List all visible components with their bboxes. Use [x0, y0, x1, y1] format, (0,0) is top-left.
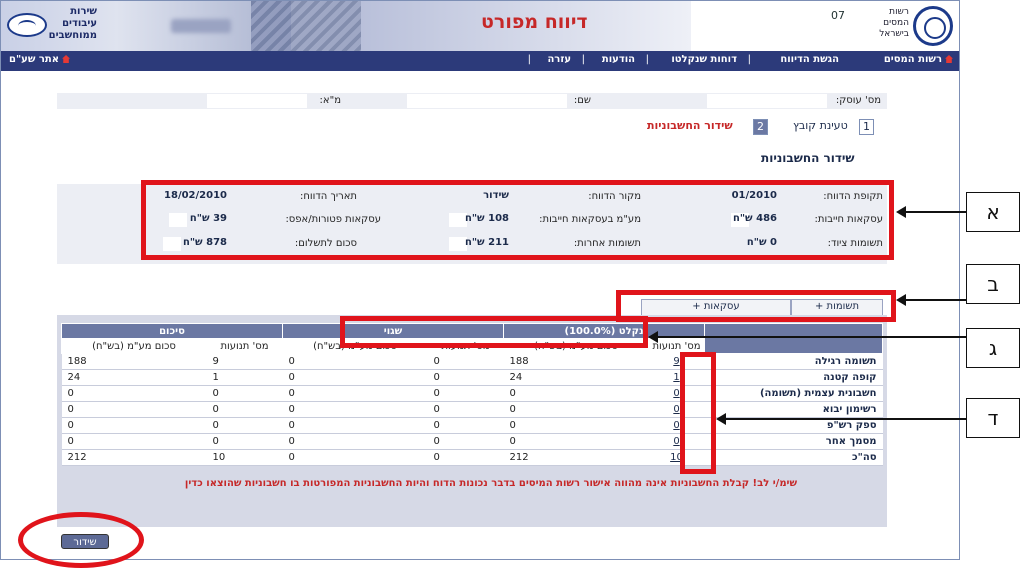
name-label: שם: — [573, 95, 591, 106]
section-title: שידור החשבוניות — [761, 151, 855, 165]
vat-file-field — [207, 94, 307, 108]
nav-item-submit-report[interactable]: הגשת הדיווח — [780, 54, 839, 65]
form-code: 07 — [831, 9, 845, 22]
page-title: דיווח מפורט — [481, 11, 588, 33]
group-summary: סיכום — [61, 323, 283, 339]
annotation-box-received — [340, 316, 648, 348]
annotation-box-counts — [680, 352, 716, 474]
step-2-label: שידור החשבוניות — [647, 119, 733, 132]
table-row: רשימון יבוא 0 0 0 0 0 0 — [61, 401, 883, 418]
app-window: שירות עיבודים ממוחשבים דיווח מפורט 07 רש… — [0, 0, 960, 560]
callout-bet: ב — [966, 264, 1020, 304]
home-icon — [945, 55, 953, 63]
service-name: שירות עיבודים ממוחשבים — [48, 6, 97, 41]
service-logo-icon — [7, 13, 47, 37]
dealer-number-field — [707, 94, 827, 108]
step-1-number: 1 — [859, 119, 874, 135]
dealer-number-label: מס' עוסק: — [835, 95, 881, 106]
callout-gimel: ג — [966, 328, 1020, 368]
authority-name: רשות המסים בישראל — [879, 7, 909, 39]
nav-home[interactable]: רשות המסים — [884, 54, 953, 65]
vat-file-label: מ"א: — [319, 95, 341, 106]
banner-image — [251, 1, 361, 51]
step-1-label[interactable]: טעינת קובץ — [793, 119, 848, 132]
nav-item-messages[interactable]: הודעות — [602, 54, 635, 65]
warning-message: שימ/י לב! קבלת החשבוניות אינה מהווה אישו… — [184, 478, 798, 489]
header-banner: שירות עיבודים ממוחשבים דיווח מפורט 07 רש… — [1, 1, 959, 51]
table-row: חשבונית עצמית (תשומה) 0 0 0 0 0 0 — [61, 385, 883, 402]
annotation-box-tabs — [616, 290, 896, 322]
table-row: קופה קטנה 1 24 0 0 1 24 — [61, 369, 883, 386]
annotation-box-summary — [141, 180, 894, 260]
step-2-number: 2 — [753, 119, 768, 135]
annotation-oval-submit — [18, 512, 144, 568]
nav-item-received-reports[interactable]: דוחות שנקלטו — [671, 54, 737, 65]
table-row: מסמך אחר 0 0 0 0 0 0 — [61, 433, 883, 450]
arrow-icon — [896, 206, 966, 218]
arrow-icon — [716, 413, 966, 425]
callout-dalet: ד — [966, 398, 1020, 438]
tax-authority-logo-icon — [913, 6, 953, 46]
arrow-icon — [896, 294, 966, 306]
arrow-icon — [648, 331, 966, 343]
callout-alef: א — [966, 192, 1020, 232]
nav-site-link[interactable]: אתר שע"ם — [9, 54, 71, 65]
top-nav: רשות המסים הגשת הדיווח | דוחות שנקלטו | … — [1, 51, 959, 71]
table-row-total: סה"כ 10 212 0 0 10 212 — [61, 449, 883, 466]
name-field — [407, 94, 567, 108]
nav-item-help[interactable]: עזרה — [547, 54, 571, 65]
taxpayer-info: מס' עוסק: שם: מ"א: — [57, 93, 887, 109]
redacted-block — [171, 19, 231, 33]
table-row: תשומה רגילה 9 188 0 0 9 188 — [61, 353, 883, 370]
home-icon — [62, 55, 71, 63]
